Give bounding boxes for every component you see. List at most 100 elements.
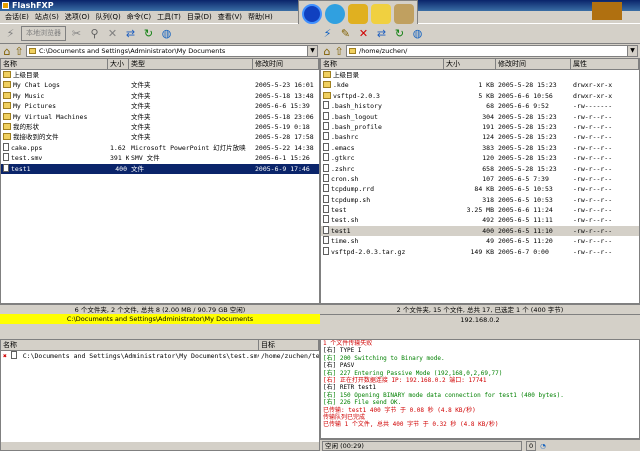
file-row[interactable]: 我的形状 文件夹 2005-5-19 0:18 (1, 122, 319, 132)
menu-item[interactable]: 目录(D) (184, 12, 215, 22)
file-row[interactable]: My Virtual Machines 文件夹 2005-5-18 23:06 (1, 112, 319, 122)
file-icon (323, 236, 329, 245)
file-row[interactable]: test.sh 492 2005-6-5 11:11 -rw-r--r-- (321, 215, 639, 225)
menu-item[interactable]: 命令(C) (124, 12, 154, 22)
file-mtime: 2005-5-28 15:23 (498, 122, 557, 131)
file-row[interactable]: test.smv 391 KBSMV 文件 2005-6-1 15:26 (1, 153, 319, 163)
queue-scrollbar[interactable] (1, 442, 319, 450)
file-row[interactable]: .kde 1 KB 2005-5-28 15:23 drwxr-xr-x (321, 80, 639, 90)
file-mtime: 2005-5-28 15:23 (498, 133, 557, 142)
file-row[interactable]: test1 400 文件 2005-6-9 17:46 (1, 163, 319, 174)
globe-icon[interactable]: ◍ (410, 26, 425, 41)
file-name: tcpdump.rrd (331, 185, 375, 194)
file-mtime (496, 70, 571, 80)
column-header[interactable]: 修改时间 (496, 59, 571, 69)
file-row[interactable]: tcpdump.rrd 84 KB 2005-6-5 10:53 -rw-r--r-- (321, 184, 639, 194)
transfer-icon[interactable]: ⇄ (123, 26, 138, 41)
file-row[interactable]: My Music 文件夹 2005-5-18 13:48 (1, 91, 319, 101)
file-size: 1.62 MB (110, 143, 129, 152)
search-icon[interactable]: ⚲ (87, 26, 102, 41)
folder-icon (3, 91, 11, 99)
file-row[interactable]: .emacs 383 2005-5-28 15:23 -rw-r--r-- (321, 142, 639, 153)
ie-icon[interactable] (325, 3, 346, 24)
right-toolbar: ⚡ ✎ ✕ ⇄ ↻ ◍ (320, 24, 640, 44)
cancel-icon[interactable]: ✕ (105, 26, 120, 41)
menu-item[interactable]: 工具(T) (154, 12, 184, 22)
file-row[interactable]: .bash_profile 191 2005-5-28 15:23 -rw-r--r-… (321, 121, 639, 132)
file-size: 68 (486, 102, 494, 111)
transfer-icon[interactable]: ⇄ (374, 26, 389, 41)
file-row[interactable]: time.sh 49 2005-6-5 11:20 -rw-r--r-- (321, 236, 639, 246)
folder-icon (3, 133, 11, 141)
file-row[interactable]: My Chat Logs 文件夹 2005-5-23 16:01 (1, 80, 319, 90)
column-header[interactable]: 名称 (321, 59, 444, 69)
connect-button[interactable]: ⚡ (3, 26, 18, 41)
file-size (108, 70, 129, 80)
file-row[interactable]: 我接收到的文件 文件夹 2005-5-28 17:58 (1, 132, 319, 142)
connect-button[interactable]: ⚡ (320, 26, 335, 41)
fast-forward-icon[interactable] (592, 2, 622, 20)
menu-item[interactable]: 选项(O) (62, 12, 93, 22)
home-icon[interactable]: ⌂ (2, 44, 12, 59)
column-header[interactable]: 大小 (444, 59, 496, 69)
file-row[interactable]: vsftpd-2.0.3 5 KB 2005-6-6 10:56 drwxr-xr-x (321, 91, 639, 101)
file-row[interactable]: .zshrc 658 2005-5-28 15:23 -rw-r--r-- (321, 163, 639, 174)
queue-item-target: /home/zuchen/te (261, 352, 319, 360)
tools-icon[interactable] (393, 3, 414, 24)
file-row[interactable]: cake.pps 1.62 MBMicrosoft PowerPoint 幻灯片放… (1, 142, 319, 153)
file-row[interactable]: .bash_history 68 2005-6-6 9:52 -rw------- (321, 101, 639, 111)
queue-col-name[interactable]: 名称 (1, 340, 259, 350)
column-header[interactable]: 类型 (129, 59, 253, 69)
chevron-down-icon[interactable]: ▼ (307, 46, 317, 56)
refresh-icon[interactable]: ↻ (141, 26, 156, 41)
up-folder-icon[interactable]: ⇧ (334, 44, 344, 59)
file-row[interactable]: .bashrc 124 2005-5-28 15:23 -rw-r--r-- (321, 132, 639, 142)
disconnect-icon[interactable]: ✂ (69, 26, 84, 41)
menu-item[interactable]: 会话(E) (2, 12, 32, 22)
local-browser-button[interactable]: 本地浏览器 (21, 26, 66, 41)
folder-icon[interactable] (370, 3, 391, 24)
up-folder-icon[interactable]: ⇧ (14, 44, 24, 59)
left-list-header: 名称 大小 类型 修改时间 (1, 59, 319, 70)
menu-item[interactable]: 帮助(H) (245, 12, 276, 22)
file-row[interactable]: tcpdump.sh 318 2005-6-5 10:53 -rw-r--r-- (321, 194, 639, 205)
file-size: 400 (115, 164, 127, 173)
file-row[interactable]: .gtkrc 120 2005-5-28 15:23 -rw-r--r-- (321, 153, 639, 163)
file-row[interactable]: test 3.25 MB 2005-6-6 11:24 -rw-r--r-- (321, 205, 639, 215)
file-icon (323, 142, 329, 151)
left-path-row: ⌂ ⇧ C:\Documents and Settings\Administra… (0, 44, 320, 58)
file-mtime: 2005-5-22 14:38 (255, 143, 314, 152)
menu-item[interactable]: 站点(S) (32, 12, 62, 22)
file-size: 492 (482, 216, 494, 225)
column-header[interactable]: 修改时间 (253, 59, 319, 69)
left-path-input[interactable]: C:\Documents and Settings\Administrator\… (26, 45, 318, 57)
network-icon[interactable] (347, 3, 368, 24)
connect-icon[interactable] (302, 3, 323, 24)
file-attr: -rw-r--r-- (573, 206, 613, 215)
file-row[interactable]: cron.sh 107 2005-6-5 7:39 -rw-r--r-- (321, 173, 639, 184)
column-header[interactable]: 大小 (108, 59, 129, 69)
chevron-down-icon[interactable]: ▼ (627, 46, 637, 56)
right-path-input[interactable]: /home/zuchen/ ▼ (346, 45, 638, 57)
file-row[interactable]: test1 400 2005-6-5 11:10 -rw-r--r-- (321, 225, 639, 237)
queue-item[interactable]: ✖ C:\Documents and Settings\Administrato… (1, 351, 319, 361)
globe-icon[interactable]: ◍ (159, 26, 174, 41)
file-row[interactable]: vsftpd-2.0.3.tar.gz 149 KB 2005-6-7 0:00 -r… (321, 246, 639, 257)
queue-col-target[interactable]: 目标 (259, 340, 319, 350)
file-mtime: 2005-6-6 10:56 (498, 91, 553, 100)
menu-item[interactable]: 查看(V) (215, 12, 245, 22)
refresh-icon[interactable]: ↻ (392, 26, 407, 41)
file-row[interactable]: 上级目录 (321, 70, 639, 80)
cancel-icon[interactable]: ✕ (356, 26, 371, 41)
file-attr: -rw------- (573, 102, 613, 111)
file-row[interactable]: 上级目录 (1, 70, 319, 80)
file-attr: -rw-r--r-- (573, 195, 613, 204)
file-row[interactable]: My Pictures 文件夹 2005-6-6 15:39 (1, 101, 319, 111)
file-icon (323, 153, 329, 162)
home-icon[interactable]: ⌂ (322, 44, 332, 59)
menu-item[interactable]: 队列(Q) (93, 12, 124, 22)
column-header[interactable]: 属性 (571, 59, 639, 69)
edit-icon[interactable]: ✎ (338, 26, 353, 41)
column-header[interactable]: 名称 (1, 59, 108, 69)
file-row[interactable]: .bash_logout 304 2005-5-28 15:23 -rw-r--r-- (321, 111, 639, 122)
